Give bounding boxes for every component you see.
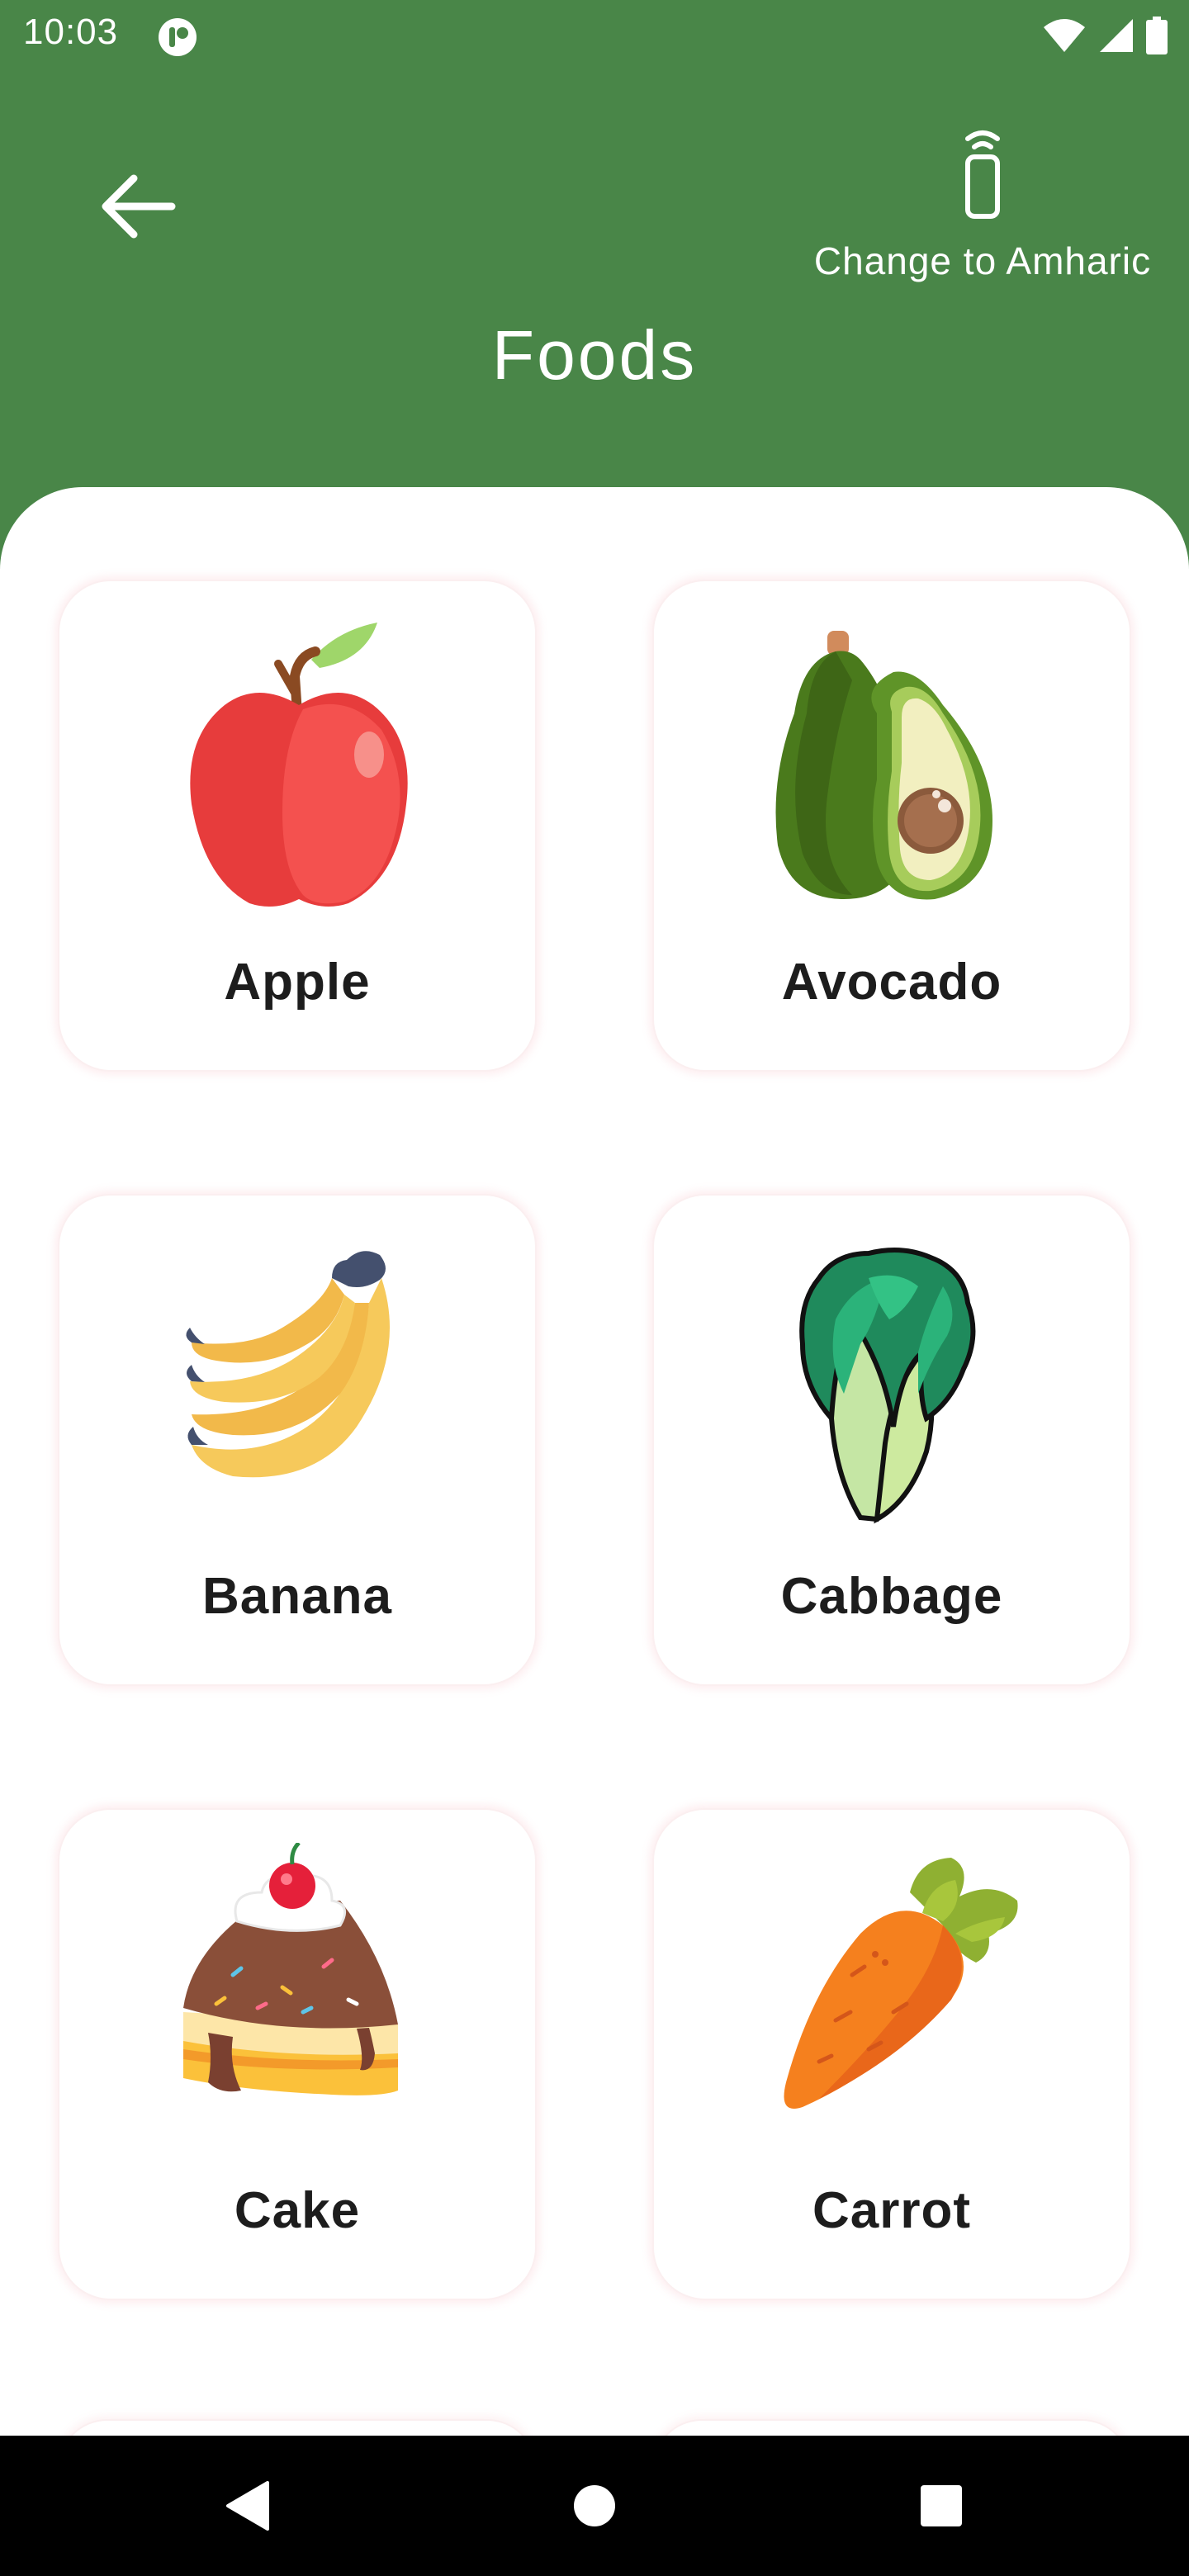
system-navigation-bar: [0, 2436, 1189, 2576]
page-title: Foods: [491, 316, 698, 394]
status-time: 10:03: [23, 12, 119, 52]
food-card-partial[interactable]: [652, 2419, 1131, 2436]
home-circle-icon[interactable]: [528, 2436, 661, 2576]
carrot-icon: [784, 1858, 1018, 2109]
food-label: Carrot: [812, 2182, 972, 2239]
food-label: Avocado: [781, 954, 1002, 1011]
change-language-label: Change to Amharic: [813, 239, 1152, 282]
food-card-cake[interactable]: Cake: [58, 1808, 537, 2300]
food-label: Apple: [224, 954, 371, 1011]
recents-square-icon[interactable]: [875, 2436, 1007, 2576]
back-triangle-icon[interactable]: [182, 2436, 314, 2576]
food-label: Banana: [202, 1568, 392, 1625]
food-card-partial[interactable]: [58, 2419, 537, 2436]
back-arrow-icon[interactable]: [92, 162, 182, 251]
status-bar: 10:03: [0, 0, 1189, 69]
cellular-signal-icon: [1100, 19, 1133, 52]
apple-icon: [190, 623, 408, 907]
food-card-apple[interactable]: Apple: [58, 580, 537, 1072]
cabbage-icon: [799, 1248, 976, 1524]
food-card-carrot[interactable]: Carrot: [652, 1808, 1131, 2300]
change-language-button[interactable]: Change to Amharic: [793, 116, 1172, 305]
remote-control-icon: [965, 130, 1000, 219]
food-label: Cabbage: [780, 1568, 1003, 1625]
food-card-banana[interactable]: Banana: [58, 1194, 537, 1686]
wifi-icon: [1044, 19, 1085, 52]
app-notification-icon: [159, 18, 197, 56]
avocado-icon: [775, 631, 992, 900]
food-grid-container: Apple Avocado Banana Cabbage Cake Carrot: [0, 487, 1189, 2436]
battery-icon: [1146, 17, 1168, 54]
food-label: Cake: [234, 2182, 361, 2239]
food-card-cabbage[interactable]: Cabbage: [652, 1194, 1131, 1686]
food-card-avocado[interactable]: Avocado: [652, 580, 1131, 1072]
cake-icon: [183, 1843, 398, 2095]
banana-icon: [186, 1251, 390, 1478]
